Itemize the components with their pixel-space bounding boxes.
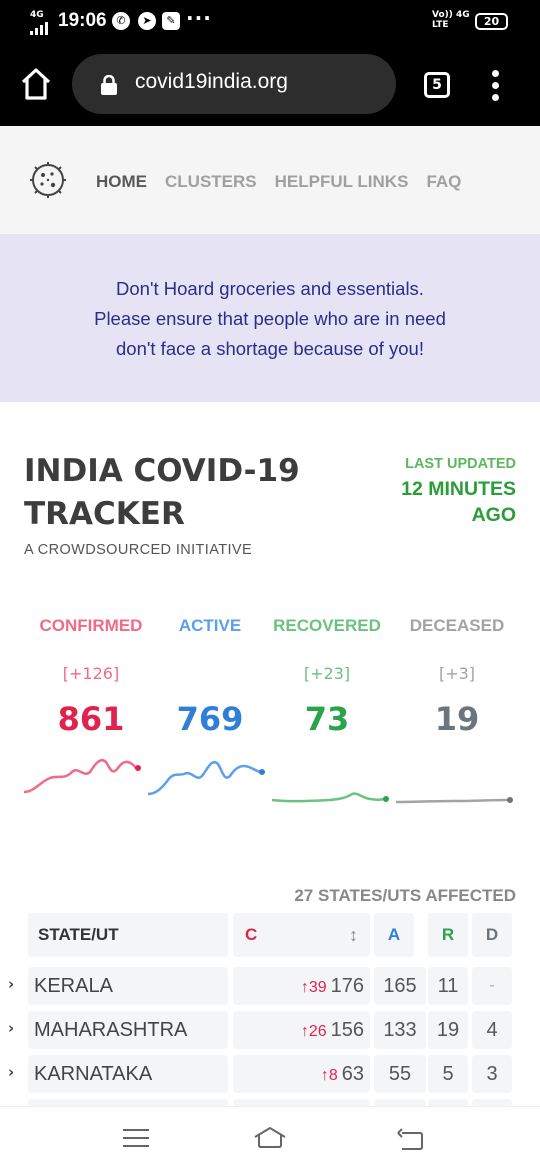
recovered-delta: [+23]: [303, 664, 351, 683]
nav-clusters-link[interactable]: CLUSTERS: [165, 172, 257, 192]
confirmed-sparkline: [23, 758, 141, 794]
recovered-cell: 5: [428, 1055, 468, 1093]
confirmed-increase: ↑26: [300, 1023, 327, 1040]
recovered-sparkline: [271, 792, 389, 803]
confirmed-cell: ↑26 156: [233, 1011, 370, 1049]
confirmed-delta: [+126]: [62, 664, 120, 683]
expand-chevron-icon[interactable]: ›: [8, 1019, 14, 1037]
state-column-header[interactable]: STATE/UT: [28, 913, 228, 957]
active-label: ACTIVE: [178, 616, 242, 635]
confirmed-cell: ↑8 63: [233, 1055, 370, 1093]
last-updated-label: LAST UPDATED: [405, 456, 516, 472]
page-subtitle: A CROWDSOURCED INITIATIVE: [24, 542, 253, 558]
state-name: KERALA: [28, 967, 228, 1005]
system-navigation-bar: [0, 1106, 540, 1170]
nav-faq-link[interactable]: FAQ: [426, 172, 461, 192]
back-icon[interactable]: [396, 1127, 424, 1151]
banner-line-2: Please ensure that people who are in nee…: [94, 308, 446, 329]
virus-logo-icon[interactable]: [28, 160, 68, 200]
browser-toolbar: covid19india.org 5: [0, 44, 540, 126]
deceased-sparkline: [395, 797, 513, 804]
recovered-cell: 19: [428, 1011, 468, 1049]
recovered-label: RECOVERED: [273, 616, 381, 635]
active-cell: 133: [374, 1011, 426, 1049]
whatsapp-icon: ✆: [112, 12, 130, 30]
more-notifications: ···: [186, 6, 212, 30]
deceased-label: DECEASED: [409, 616, 505, 635]
signal-icon: [30, 22, 48, 35]
active-cell: 165: [374, 967, 426, 1005]
deceased-count: 19: [434, 700, 480, 738]
active-sparkline: [147, 760, 265, 796]
expand-chevron-icon[interactable]: ›: [8, 1063, 14, 1081]
home-nav-icon[interactable]: [253, 1125, 287, 1151]
site-navbar: HOME CLUSTERS HELPFUL LINKS FAQ: [0, 126, 540, 234]
banner-line-3: don't face a shortage because of you!: [116, 338, 424, 359]
deceased-column-header[interactable]: D: [472, 913, 512, 957]
url-text[interactable]: covid19india.org: [135, 70, 288, 94]
home-icon[interactable]: [20, 66, 52, 102]
recovered-column-header[interactable]: R: [428, 913, 468, 957]
network-type: 4G: [30, 10, 44, 20]
overflow-menu-icon[interactable]: [492, 70, 502, 106]
deceased-cell: -: [472, 967, 512, 1005]
deceased-delta: [+3]: [438, 664, 476, 683]
sort-icon[interactable]: ↕: [349, 913, 358, 957]
state-name: MAHARASHTRA: [28, 1011, 228, 1049]
states-affected-count: 27 STATES/UTS AFFECTED: [294, 886, 516, 905]
address-bar[interactable]: covid19india.org: [72, 54, 396, 114]
recovered-count: 73: [304, 700, 350, 738]
nav-home-link[interactable]: HOME: [96, 172, 147, 192]
state-name: KARNATAKA: [28, 1055, 228, 1093]
active-column-header[interactable]: A: [374, 913, 414, 957]
edit-app-icon: ✎: [162, 12, 180, 30]
advisory-banner: Don't Hoard groceries and essentials. Pl…: [0, 234, 540, 402]
status-bar: 4G 19:06 ✆ ➤ ✎ ··· Vo)) 4G LTE 20: [0, 0, 540, 44]
nav-helpful-links-link[interactable]: HELPFUL LINKS: [275, 172, 409, 192]
last-updated-value: 12 MINUTES AGO: [401, 478, 516, 526]
confirmed-cell: ↑39 176: [233, 967, 370, 1005]
tab-switcher-button[interactable]: 5: [424, 72, 450, 98]
recent-apps-icon[interactable]: [122, 1127, 150, 1149]
active-count: 769: [176, 700, 244, 738]
volte-indicator: Vo)) 4G LTE: [432, 10, 470, 30]
nav-links: HOME CLUSTERS HELPFUL LINKS FAQ: [96, 172, 461, 192]
lock-icon: [101, 75, 117, 95]
confirmed-count: 861: [57, 700, 125, 738]
confirmed-label: CONFIRMED: [39, 616, 143, 635]
deceased-cell: 3: [472, 1055, 512, 1093]
banner-line-1: Don't Hoard groceries and essentials.: [116, 278, 424, 299]
expand-chevron-icon[interactable]: ›: [8, 975, 14, 993]
clock: 19:06: [58, 10, 107, 31]
compass-icon: ➤: [138, 12, 156, 30]
page-title: INDIA COVID-19 TRACKER: [24, 453, 300, 532]
deceased-cell: 4: [472, 1011, 512, 1049]
confirmed-column-header[interactable]: C ↕: [233, 913, 370, 957]
battery-icon: 20: [475, 13, 508, 30]
confirmed-increase: ↑8: [320, 1067, 338, 1084]
active-cell: 55: [374, 1055, 426, 1093]
recovered-cell: 11: [428, 967, 468, 1005]
confirmed-increase: ↑39: [300, 979, 327, 996]
